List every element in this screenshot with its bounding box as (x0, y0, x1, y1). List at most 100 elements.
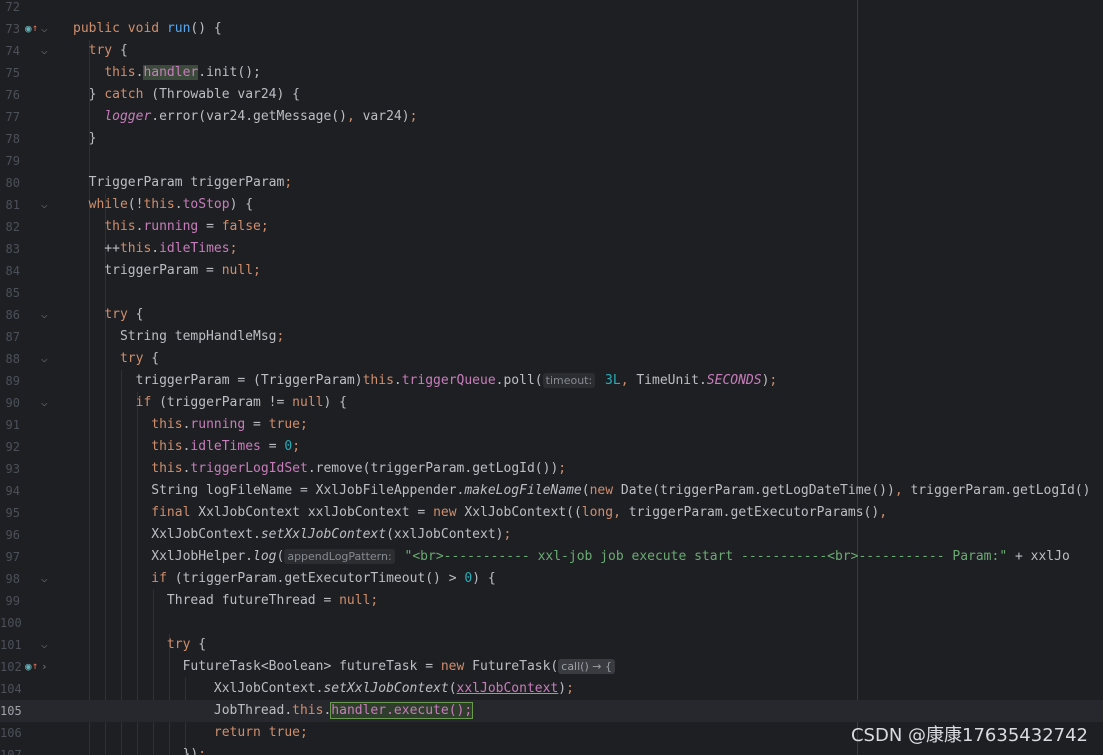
code-line[interactable]: 87 String tempHandleMsg; (0, 326, 1103, 348)
code-text[interactable]: }); (73, 744, 207, 755)
code-text[interactable]: } catch (Throwable var24) { (73, 84, 300, 106)
fold-expanded-icon[interactable]: ⌵ (41, 44, 48, 58)
code-line[interactable]: 92 this.idleTimes = 0; (0, 436, 1103, 458)
code-text[interactable]: this.idleTimes = 0; (73, 436, 300, 458)
code-text[interactable]: String logFileName = XxlJobFileAppender.… (73, 480, 1090, 502)
code-line[interactable]: 93 this.triggerLogIdSet.remove(triggerPa… (0, 458, 1103, 480)
code-text[interactable]: triggerParam = (TriggerParam)this.trigge… (73, 370, 777, 392)
code-text[interactable]: this.running = false; (73, 216, 268, 238)
implementation-marker-icon[interactable]: ◉ (25, 661, 32, 673)
code-line[interactable]: 77 logger.error(var24.getMessage(), var2… (0, 106, 1103, 128)
code-text[interactable]: while(!this.toStop) { (73, 194, 253, 216)
code-line[interactable]: 73 ◉ ↑ ⌵ public void run() { (0, 18, 1103, 40)
line-number[interactable]: 91 (0, 417, 20, 433)
code-text[interactable]: ++this.idleTimes; (73, 238, 237, 260)
code-text[interactable]: public void run() { (73, 18, 222, 40)
code-text[interactable]: return true; (73, 722, 308, 744)
code-text[interactable]: this.triggerLogIdSet.remove(triggerParam… (73, 458, 566, 480)
code-text[interactable]: XxlJobContext.setXxlJobContext(xxlJobCon… (73, 678, 574, 700)
code-text[interactable]: try { (73, 40, 128, 62)
code-text[interactable]: TriggerParam triggerParam; (73, 172, 293, 194)
line-number[interactable]: 93 (0, 461, 20, 477)
code-line[interactable]: 82 this.running = false; (0, 216, 1103, 238)
code-line[interactable]: 75 this.handler.init(); (0, 62, 1103, 84)
line-number[interactable]: 81 (0, 197, 20, 213)
code-line[interactable]: 78 } (0, 128, 1103, 150)
code-line[interactable]: 88 ⌵ try { (0, 348, 1103, 370)
code-line[interactable]: 83 ++this.idleTimes; (0, 238, 1103, 260)
code-line[interactable]: 96 XxlJobContext.setXxlJobContext(xxlJob… (0, 524, 1103, 546)
fold-expanded-icon[interactable]: ⌵ (41, 198, 48, 212)
implementation-marker-icon[interactable]: ◉ (25, 23, 32, 35)
line-number[interactable]: 84 (0, 263, 20, 279)
code-text[interactable]: Thread futureThread = null; (73, 590, 378, 612)
code-text[interactable]: XxlJobContext.setXxlJobContext(xxlJobCon… (73, 524, 511, 546)
line-number[interactable]: 101 (0, 637, 22, 653)
code-text[interactable]: String tempHandleMsg; (73, 326, 284, 348)
code-text[interactable]: try { (73, 348, 159, 370)
code-line[interactable]: 97 XxlJobHelper.log(appendLogPattern: "<… (0, 546, 1103, 568)
line-number[interactable]: 86 (0, 307, 20, 323)
code-line[interactable]: 94 String logFileName = XxlJobFileAppend… (0, 480, 1103, 502)
fold-expanded-icon[interactable]: ⌵ (41, 638, 48, 652)
code-text[interactable]: this.handler.init(); (73, 62, 261, 84)
line-number[interactable]: 80 (0, 175, 20, 191)
code-line[interactable]: 84 triggerParam = null; (0, 260, 1103, 282)
fold-expanded-icon[interactable]: ⌵ (41, 396, 48, 410)
fold-expanded-icon[interactable]: ⌵ (41, 22, 48, 36)
code-line[interactable]: 79 (0, 150, 1103, 172)
code-text[interactable]: if (triggerParam != null) { (73, 392, 347, 414)
line-number[interactable]: 79 (0, 153, 20, 169)
override-arrow-icon[interactable]: ↑ (32, 661, 38, 673)
line-number[interactable]: 96 (0, 527, 20, 543)
code-text[interactable]: triggerParam = null; (73, 260, 261, 282)
code-line[interactable]: 80 TriggerParam triggerParam; (0, 172, 1103, 194)
fold-collapsed-icon[interactable]: › (41, 660, 48, 674)
code-line[interactable]: 81 ⌵ while(!this.toStop) { (0, 194, 1103, 216)
code-line[interactable]: 95 final XxlJobContext xxlJobContext = n… (0, 502, 1103, 524)
line-number[interactable]: 87 (0, 329, 20, 345)
line-number[interactable]: 104 (0, 681, 22, 697)
line-number[interactable]: 95 (0, 505, 20, 521)
code-line[interactable]: 104 XxlJobContext.setXxlJobContext(xxlJo… (0, 678, 1103, 700)
code-text[interactable]: try { (73, 304, 143, 326)
code-line[interactable]: 102 ◉ ↑ › FutureTask<Boolean> futureTask = … (0, 656, 1103, 678)
line-number[interactable]: 105 (0, 703, 22, 719)
code-text[interactable]: logger.error(var24.getMessage(), var24); (73, 106, 417, 128)
code-text[interactable]: } (73, 128, 97, 150)
line-number[interactable]: 78 (0, 131, 20, 147)
code-line[interactable]: 98 ⌵ if (triggerParam.getExecutorTimeout(… (0, 568, 1103, 590)
code-text[interactable]: XxlJobHelper.log(appendLogPattern: "<br>… (73, 546, 1070, 568)
line-number[interactable]: 82 (0, 219, 20, 235)
code-line[interactable]: 74 ⌵ try { (0, 40, 1103, 62)
code-text[interactable]: JobThread.this.handler.execute(); (73, 700, 474, 722)
line-number[interactable]: 72 (0, 0, 20, 15)
code-line[interactable]: 90 ⌵ if (triggerParam != null) { (0, 392, 1103, 414)
line-number[interactable]: 85 (0, 285, 20, 301)
line-number[interactable]: 83 (0, 241, 20, 257)
code-text[interactable]: final XxlJobContext xxlJobContext = new … (73, 502, 887, 524)
line-number[interactable]: 94 (0, 483, 20, 499)
code-line[interactable]: 99 Thread futureThread = null; (0, 590, 1103, 612)
line-number[interactable]: 106 (0, 725, 22, 741)
line-number[interactable]: 107 (0, 747, 22, 755)
line-number[interactable]: 74 (0, 43, 20, 59)
line-number[interactable]: 102 (0, 659, 22, 675)
code-line[interactable]: 89 triggerParam = (TriggerParam)this.tri… (0, 370, 1103, 392)
line-number[interactable]: 89 (0, 373, 20, 389)
line-number[interactable]: 97 (0, 549, 20, 565)
line-number[interactable]: 76 (0, 87, 20, 103)
line-number[interactable]: 99 (0, 593, 20, 609)
code-line[interactable]: 72 (0, 0, 1103, 18)
line-number[interactable]: 100 (0, 615, 22, 631)
code-editor[interactable]: 72 73 ◉ ↑ ⌵ public void run() {74 ⌵ try {75 th… (0, 0, 1103, 755)
code-line[interactable]: 86 ⌵ try { (0, 304, 1103, 326)
fold-expanded-icon[interactable]: ⌵ (41, 352, 48, 366)
fold-expanded-icon[interactable]: ⌵ (41, 572, 48, 586)
code-line[interactable]: 100 (0, 612, 1103, 634)
code-line[interactable]: 85 (0, 282, 1103, 304)
fold-expanded-icon[interactable]: ⌵ (41, 308, 48, 322)
code-text[interactable]: FutureTask<Boolean> futureTask = new Fut… (73, 656, 617, 678)
code-text[interactable]: try { (73, 634, 206, 656)
code-line[interactable]: 105 JobThread.this.handler.execute(); (0, 700, 1103, 722)
